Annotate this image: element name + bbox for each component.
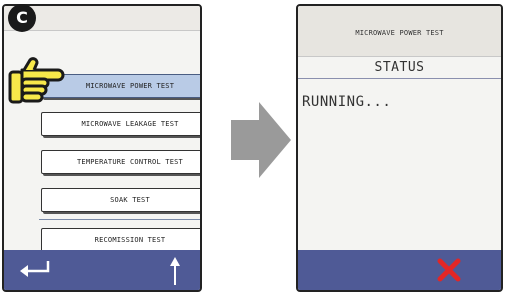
cancel-x-icon[interactable] <box>436 257 462 283</box>
menu-button-recomission-test[interactable]: RECOMISSION TEST <box>41 228 200 252</box>
right-arrow-icon <box>231 102 291 178</box>
right-bottom-bar <box>298 250 501 290</box>
return-arrow-icon[interactable] <box>18 259 52 281</box>
menu-button-microwave-leakage-test[interactable]: MICROWAVE LEAKAGE TEST <box>41 112 200 136</box>
screen-title: MICROWAVE POWER TEST <box>355 29 444 37</box>
up-arrow-icon[interactable] <box>168 256 182 286</box>
step-badge: C <box>8 4 36 32</box>
menu-button-temperature-control-test[interactable]: TEMPERATURE CONTROL TEST <box>41 150 200 174</box>
right-header-bar: MICROWAVE POWER TEST <box>298 6 501 57</box>
status-divider <box>298 78 501 79</box>
pointing-hand-icon <box>8 57 65 104</box>
test-status-screen: MICROWAVE POWER TEST STATUS RUNNING... <box>296 4 503 292</box>
main-menu-screen: MICROWAVE POWER TEST MICROWAVE LEAKAGE T… <box>2 4 202 292</box>
menu-separator <box>39 219 200 220</box>
status-label: STATUS <box>374 60 425 75</box>
left-bottom-bar <box>4 250 200 290</box>
status-text: RUNNING... <box>302 94 392 110</box>
menu-button-soak-test[interactable]: SOAK TEST <box>41 188 200 212</box>
